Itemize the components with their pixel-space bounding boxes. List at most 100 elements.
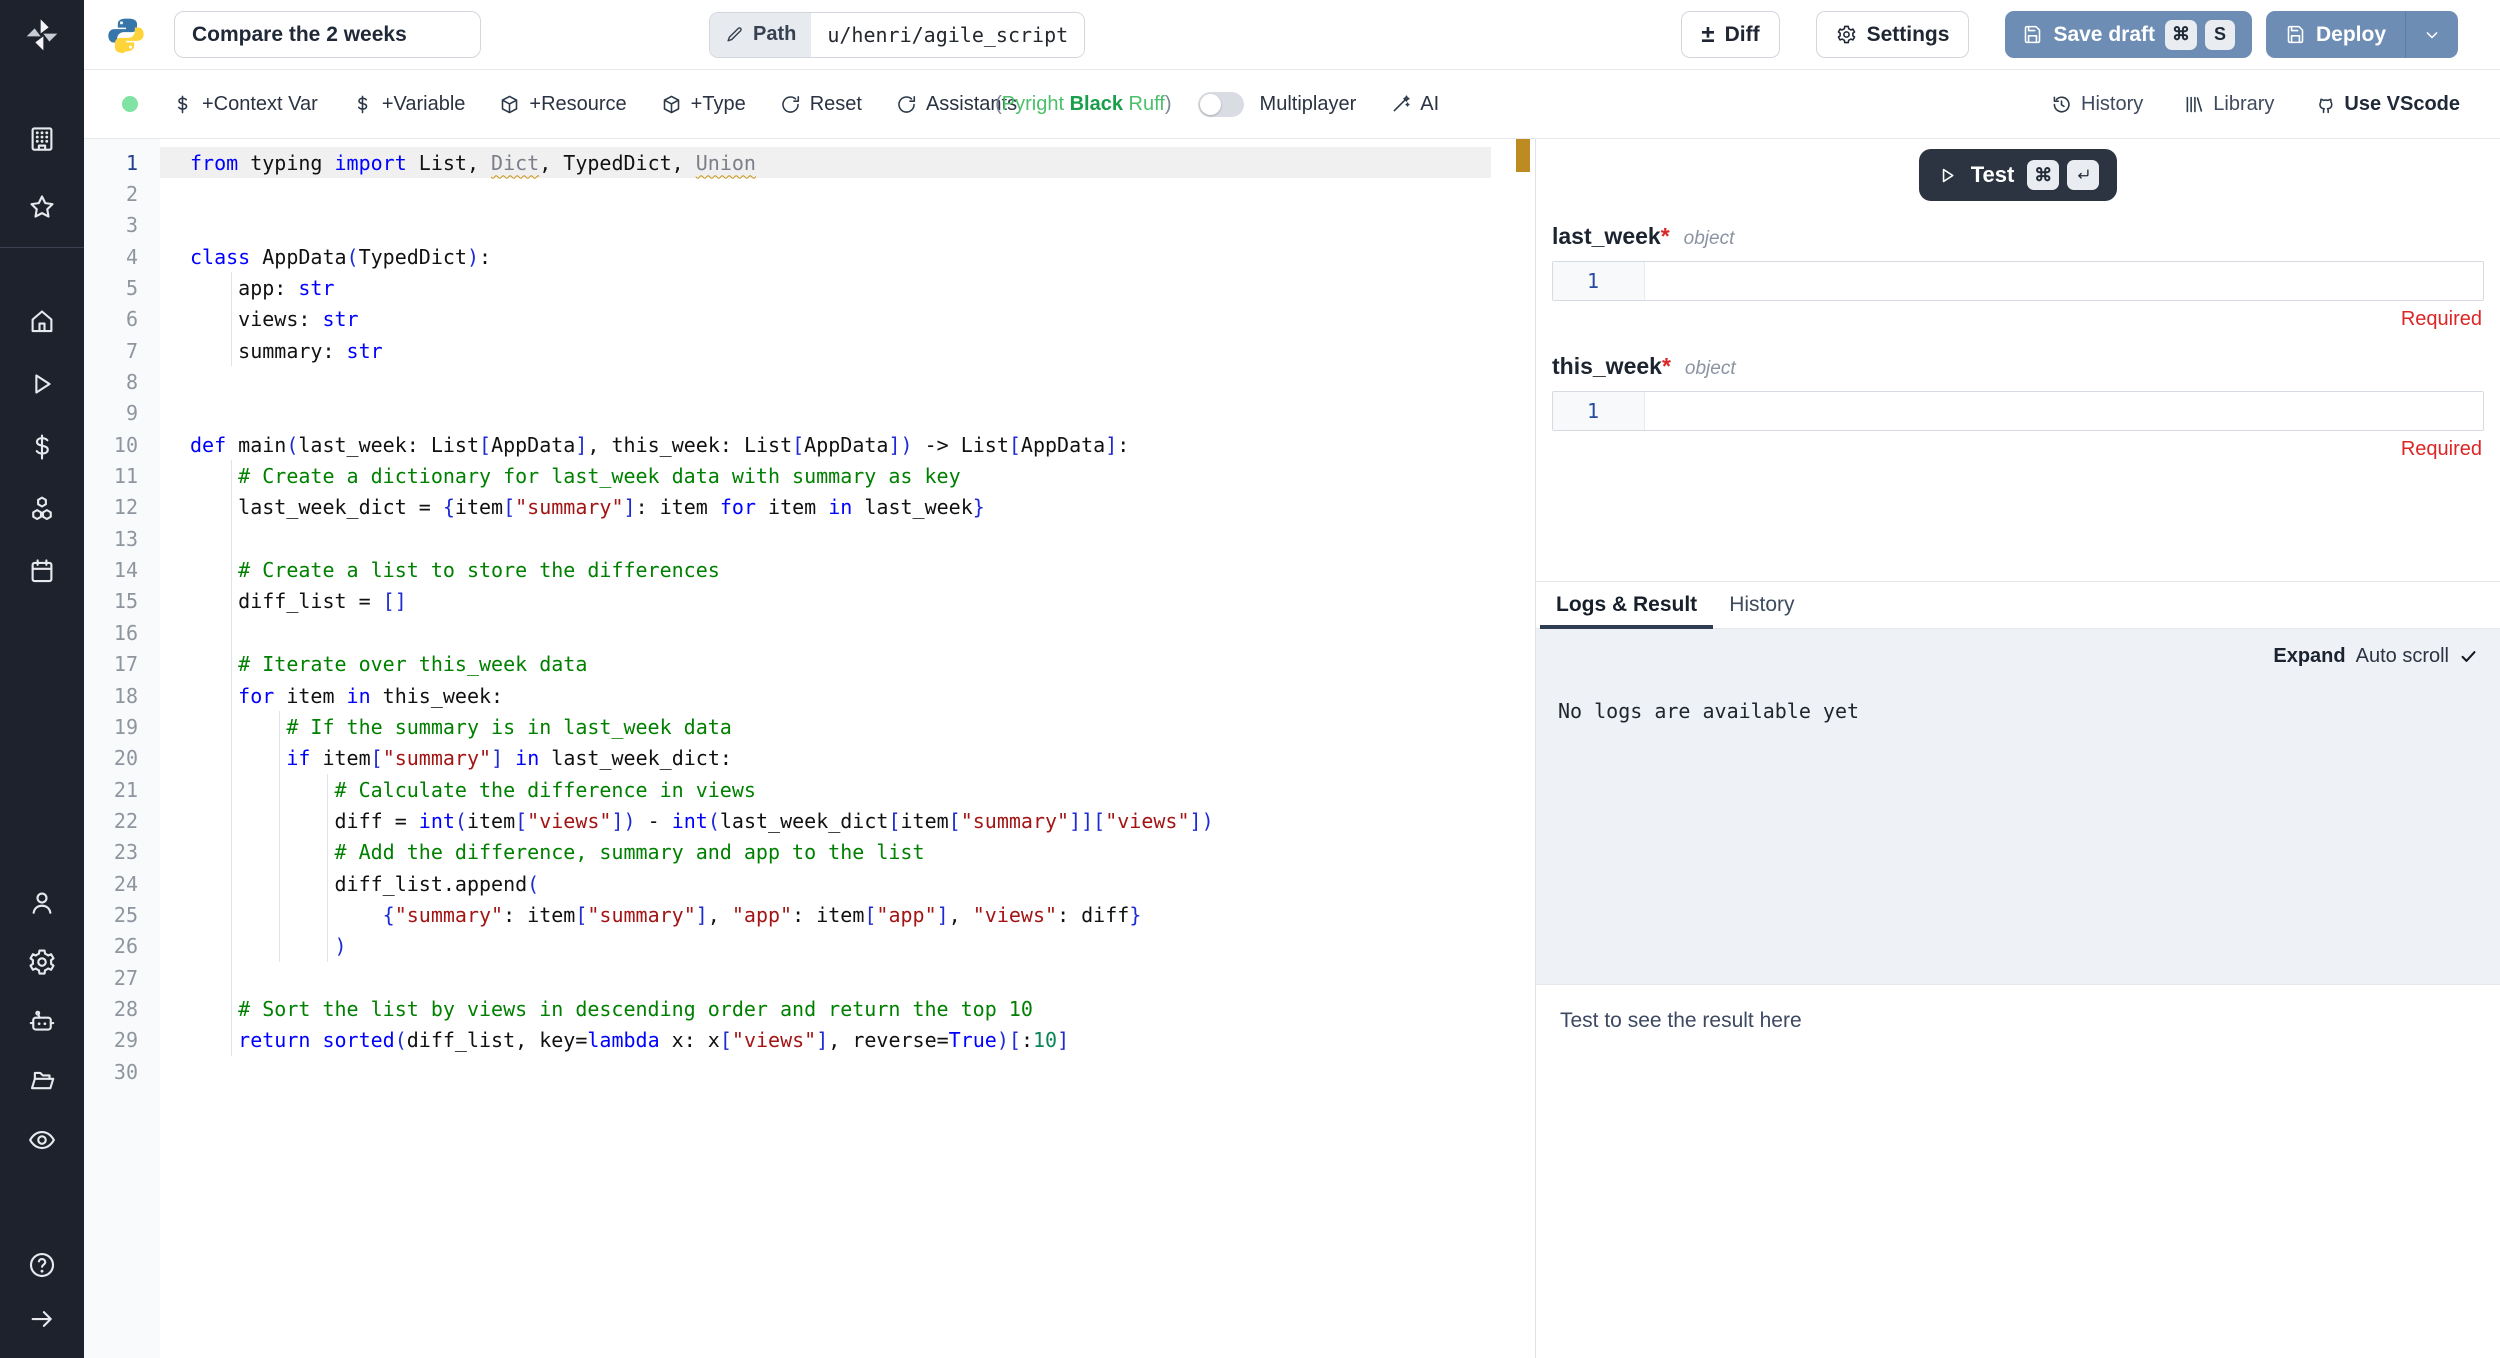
test-button[interactable]: Test ⌘ xyxy=(1919,149,2118,201)
arg-json-input[interactable]: 1 xyxy=(1552,391,2484,431)
line-number: 20 xyxy=(84,746,160,770)
arg-name: this_week* xyxy=(1552,353,1671,380)
play-icon[interactable] xyxy=(27,369,57,399)
code-editor[interactable]: 1from typing import List, Dict, TypedDic… xyxy=(84,139,1535,1358)
reset-button[interactable]: Reset xyxy=(780,93,862,116)
folder-icon[interactable] xyxy=(27,1065,57,1095)
wand-icon xyxy=(1390,94,1411,115)
help-icon[interactable] xyxy=(27,1250,57,1280)
code-line: 18 for item in this_week: xyxy=(84,680,1491,711)
eye-icon[interactable] xyxy=(27,1125,57,1155)
argument-this_week: this_week* object 1 Required xyxy=(1552,353,2484,461)
gear-icon[interactable] xyxy=(27,947,57,977)
code-line: 22 diff = int(item["views"]) - int(last_… xyxy=(84,805,1491,836)
chevron-down-icon xyxy=(2422,25,2442,45)
-context-var-button[interactable]: +Context Var xyxy=(172,93,318,116)
code-line: 14 # Create a list to store the differen… xyxy=(84,554,1491,585)
code-line: 27 xyxy=(84,962,1491,993)
required-badge: Required xyxy=(1552,438,2484,461)
line-number: 6 xyxy=(84,307,160,331)
key-badge: ⌘ xyxy=(2165,20,2197,50)
multiplayer-toggle[interactable] xyxy=(1198,92,1244,117)
line-number: 22 xyxy=(84,809,160,833)
user-icon[interactable] xyxy=(27,888,57,918)
auto-scroll-toggle[interactable]: Auto scroll xyxy=(2356,645,2449,668)
dollar-icon[interactable] xyxy=(27,432,57,462)
line-number: 10 xyxy=(84,433,160,457)
line-number: 18 xyxy=(84,684,160,708)
required-badge: Required xyxy=(1552,308,2484,331)
deploy-button[interactable]: Deploy xyxy=(2266,11,2458,58)
diff-button[interactable]: ± Diff xyxy=(1681,11,1779,58)
line-number: 9 xyxy=(84,401,160,425)
input-line-number: 1 xyxy=(1553,262,1645,300)
pencil-icon xyxy=(725,25,744,44)
script-title-input[interactable] xyxy=(174,11,481,58)
checkmark-icon xyxy=(2459,647,2478,666)
home-icon[interactable] xyxy=(27,306,57,336)
input-line[interactable] xyxy=(1645,392,2483,430)
no-logs-message: No logs are available yet xyxy=(1558,699,1859,723)
history-icon xyxy=(2051,94,2072,115)
editor-overview-ruler[interactable] xyxy=(1491,139,1535,1358)
arguments-list: last_week*object1Requiredthis_week*objec… xyxy=(1552,223,2484,461)
arg-json-input[interactable]: 1 xyxy=(1552,261,2484,301)
python-language-icon xyxy=(106,15,146,55)
line-number: 19 xyxy=(84,715,160,739)
arrow-right-icon[interactable] xyxy=(27,1304,57,1334)
save-shortcut: ⌘S xyxy=(2165,20,2235,50)
history-button[interactable]: History xyxy=(2051,93,2143,116)
code-line: 29 return sorted(diff_list, key=lambda x… xyxy=(84,1025,1491,1056)
left-rail xyxy=(0,0,84,1358)
editor-toolbar: +Context Var +Variable +Resource +Type Reset… xyxy=(84,70,2500,139)
code-line: 19 # If the summary is in last_week data xyxy=(84,711,1491,742)
save-draft-button[interactable]: Save draft ⌘S xyxy=(2005,11,2252,58)
star-icon[interactable] xyxy=(27,192,57,222)
multiplayer-label: Multiplayer xyxy=(1260,93,1357,116)
code-line: 25 {"summary": item["summary"], "app": i… xyxy=(84,899,1491,930)
code-line: 12 last_week_dict = {item["summary"]: it… xyxy=(84,492,1491,523)
key-badge: ⌘ xyxy=(2027,160,2059,190)
-type-button[interactable]: +Type xyxy=(661,93,746,116)
line-number: 27 xyxy=(84,966,160,990)
return-key-icon xyxy=(2067,160,2099,190)
path-value: u/henri/agile_script xyxy=(811,13,1084,57)
code-line: 1from typing import List, Dict, TypedDic… xyxy=(84,147,1491,178)
path-edit-button[interactable]: Path xyxy=(710,13,811,57)
toolbar-left-group: +Context Var +Variable +Resource +Type Reset… xyxy=(172,93,1017,116)
tab-history[interactable]: History xyxy=(1713,582,1810,628)
library-button[interactable]: Library xyxy=(2183,93,2274,116)
result-panel: Test to see the result here xyxy=(1536,984,2500,1358)
dollar-icon xyxy=(172,94,193,115)
line-number: 28 xyxy=(84,997,160,1021)
settings-button[interactable]: Settings xyxy=(1816,11,1970,58)
deploy-dropdown-button[interactable] xyxy=(2406,25,2458,45)
expand-button[interactable]: Expand xyxy=(2273,645,2345,668)
arg-name: last_week* xyxy=(1552,223,1670,250)
line-number: 17 xyxy=(84,652,160,676)
test-panel: Test ⌘ last_week*object1Requiredthis_wee… xyxy=(1535,139,2500,1358)
building-icon[interactable] xyxy=(27,124,57,154)
code-lines: 1from typing import List, Dict, TypedDic… xyxy=(84,147,1491,1087)
pinwheel-icon[interactable] xyxy=(22,15,62,55)
line-number: 1 xyxy=(84,151,160,175)
bot-icon[interactable] xyxy=(27,1007,57,1037)
-resource-button[interactable]: +Resource xyxy=(499,93,626,116)
test-shortcut: ⌘ xyxy=(2027,160,2099,190)
-variable-button[interactable]: +Variable xyxy=(352,93,466,116)
package-icon xyxy=(661,94,682,115)
toolbar-right-group: History Library Use VScode xyxy=(2051,93,2460,116)
input-line[interactable] xyxy=(1645,262,2483,300)
path-widget[interactable]: Path u/henri/agile_script xyxy=(709,12,1085,58)
use-vscode-button[interactable]: Use VScode xyxy=(2314,93,2460,116)
key-badge: S xyxy=(2205,20,2235,50)
code-line: 9 xyxy=(84,398,1491,429)
line-number: 4 xyxy=(84,245,160,269)
arg-type: object xyxy=(1685,358,1736,380)
test-args-section: Test ⌘ last_week*object1Requiredthis_wee… xyxy=(1536,139,2500,581)
tab-logs-result[interactable]: Logs & Result xyxy=(1540,582,1713,628)
cubes-icon[interactable] xyxy=(27,494,57,524)
calendar-icon[interactable] xyxy=(27,556,57,586)
ai-button[interactable]: AI xyxy=(1390,93,1439,116)
line-number: 11 xyxy=(84,464,160,488)
